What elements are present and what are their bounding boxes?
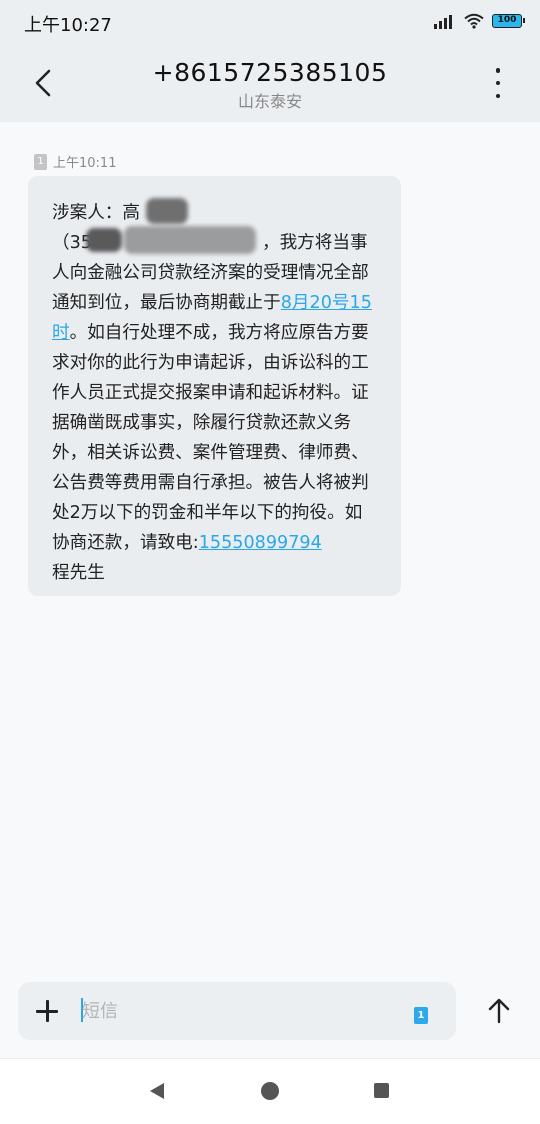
redaction-mask	[86, 228, 122, 252]
message-bubble[interactable]: 涉案人：高 （35 ，我方将当事人向金融公司贷款经济案的受理情况全部通知到位，最后…	[28, 176, 401, 596]
nav-back-icon[interactable]	[150, 1083, 164, 1099]
message-meta: 1 上午10:11	[34, 152, 116, 171]
redaction-mask	[146, 198, 188, 224]
compose-bar: 1	[18, 982, 456, 1040]
message-body: 涉案人：高 （35 ，我方将当事人向金融公司贷款经济案的受理情况全部通知到位，最后…	[52, 198, 383, 588]
sim-card-icon: 1	[34, 153, 47, 170]
contact-location: 山东泰安	[237, 92, 302, 111]
contact-number: +8615725385105	[152, 58, 388, 87]
signal-icon	[434, 14, 456, 29]
more-options-button[interactable]	[488, 68, 508, 98]
message-text-part: 程先生	[52, 563, 105, 583]
battery-level: 100	[497, 15, 517, 25]
contact-info[interactable]: +8615725385105 山东泰安	[80, 58, 460, 112]
send-button[interactable]	[482, 994, 516, 1028]
message-input[interactable]	[82, 996, 382, 1026]
nav-home-icon[interactable]	[261, 1082, 279, 1100]
back-button[interactable]	[26, 64, 60, 102]
plus-icon[interactable]	[34, 998, 60, 1024]
sim-select-icon[interactable]: 1	[414, 1007, 428, 1024]
navigation-bar	[0, 1058, 540, 1124]
phone-link[interactable]: 15550899794	[199, 533, 322, 553]
back-arrow-icon	[35, 69, 51, 97]
conversation-header: +8615725385105 山东泰安	[0, 44, 540, 122]
status-icons: 100	[434, 13, 525, 29]
send-arrow-icon	[488, 998, 510, 1024]
message-timestamp: 上午10:11	[53, 156, 117, 171]
battery-icon: 100	[492, 14, 525, 28]
status-bar: 上午10:27 100	[0, 0, 540, 44]
nav-recents-icon[interactable]	[374, 1083, 389, 1098]
wifi-icon	[464, 13, 484, 29]
status-time: 上午10:27	[24, 15, 112, 36]
redaction-mask	[124, 226, 256, 254]
more-vertical-icon	[495, 68, 501, 73]
message-text-part: 。如自行处理不成，我方将应原告方要求对你的此行为申请起诉，由诉讼科的工作人员正式…	[52, 323, 369, 553]
